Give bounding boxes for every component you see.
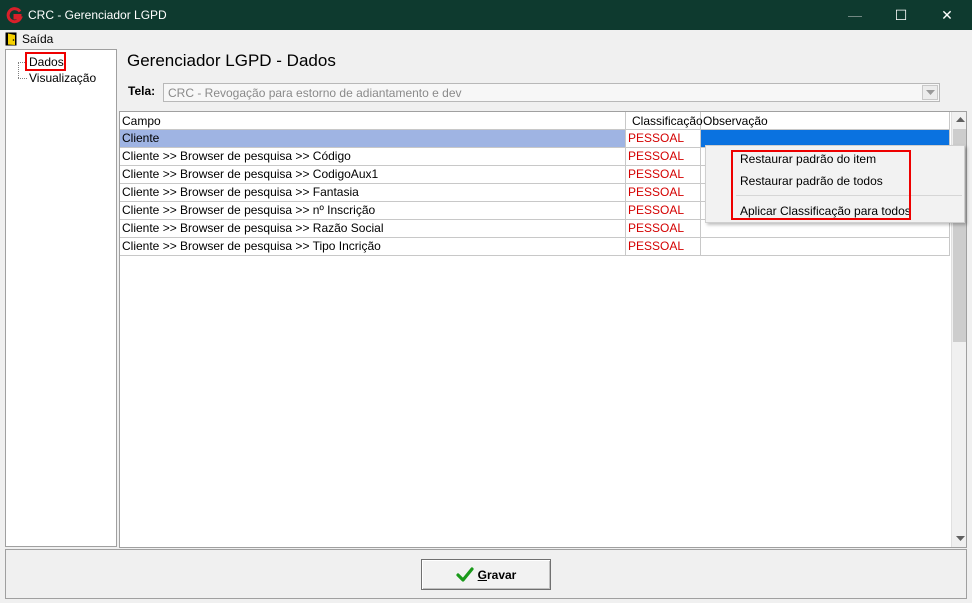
maximize-button[interactable]: ☐ <box>878 0 924 30</box>
close-button[interactable]: ✕ <box>924 0 970 30</box>
cell-campo[interactable]: Cliente >> Browser de pesquisa >> Codigo… <box>120 166 626 183</box>
column-header-observacao[interactable]: Observação <box>701 112 950 130</box>
cell-campo[interactable]: Cliente <box>120 130 626 147</box>
check-icon <box>456 566 474 582</box>
tela-label: Tela: <box>128 84 156 98</box>
cell-classificacao[interactable]: PESSOAL <box>626 130 701 147</box>
cell-classificacao[interactable]: PESSOAL <box>626 166 701 183</box>
cell-classificacao[interactable]: PESSOAL <box>626 220 701 237</box>
gravar-label: Gravar <box>477 567 517 582</box>
tree-item-visualizacao[interactable]: Visualização <box>29 71 96 85</box>
cell-campo[interactable]: Cliente >> Browser de pesquisa >> Código <box>120 148 626 165</box>
scroll-up-icon[interactable] <box>952 112 966 128</box>
dropdown-arrow-icon[interactable] <box>922 85 938 100</box>
cell-campo[interactable]: Cliente >> Browser de pesquisa >> Fantas… <box>120 184 626 201</box>
table-row[interactable]: Cliente >> Browser de pesquisa >> Tipo I… <box>120 238 950 256</box>
cell-observacao[interactable] <box>701 238 950 255</box>
cell-campo[interactable]: Cliente >> Browser de pesquisa >> Razão … <box>120 220 626 237</box>
tree-connector <box>18 78 27 79</box>
tela-select-value: CRC - Revogação para estorno de adiantam… <box>168 86 462 100</box>
column-header-classificacao[interactable]: Classificação <box>626 112 703 130</box>
navigation-tree: Dados Visualização <box>5 49 117 547</box>
cell-campo[interactable]: Cliente >> Browser de pesquisa >> nº Ins… <box>120 202 626 219</box>
menu-saida-label: Saída <box>22 32 54 46</box>
menu-saida[interactable]: Saída <box>5 31 53 47</box>
cell-classificacao[interactable]: PESSOAL <box>626 238 701 255</box>
minimize-button[interactable]: — <box>832 0 878 30</box>
title-bar: CRC - Gerenciador LGPD — ☐ ✕ <box>0 0 972 30</box>
gravar-button[interactable]: Gravar <box>421 559 551 590</box>
menu-bar: Saída <box>0 30 972 48</box>
app-logo-icon <box>6 7 23 24</box>
scroll-down-icon[interactable] <box>952 531 966 547</box>
tree-connector <box>18 62 19 78</box>
highlight-box <box>731 150 911 220</box>
grid-header: Campo Classificação Observação <box>120 112 950 130</box>
cell-campo[interactable]: Cliente >> Browser de pesquisa >> Tipo I… <box>120 238 626 255</box>
cell-classificacao[interactable]: PESSOAL <box>626 184 701 201</box>
cell-classificacao[interactable]: PESSOAL <box>626 202 701 219</box>
page-title: Gerenciador LGPD - Dados <box>127 51 336 70</box>
cell-classificacao[interactable]: PESSOAL <box>626 148 701 165</box>
window-title: CRC - Gerenciador LGPD <box>28 8 167 22</box>
door-exit-icon <box>5 32 17 46</box>
highlight-box <box>25 52 66 71</box>
tela-select[interactable]: CRC - Revogação para estorno de adiantam… <box>163 83 940 102</box>
column-header-campo[interactable]: Campo <box>120 112 626 130</box>
